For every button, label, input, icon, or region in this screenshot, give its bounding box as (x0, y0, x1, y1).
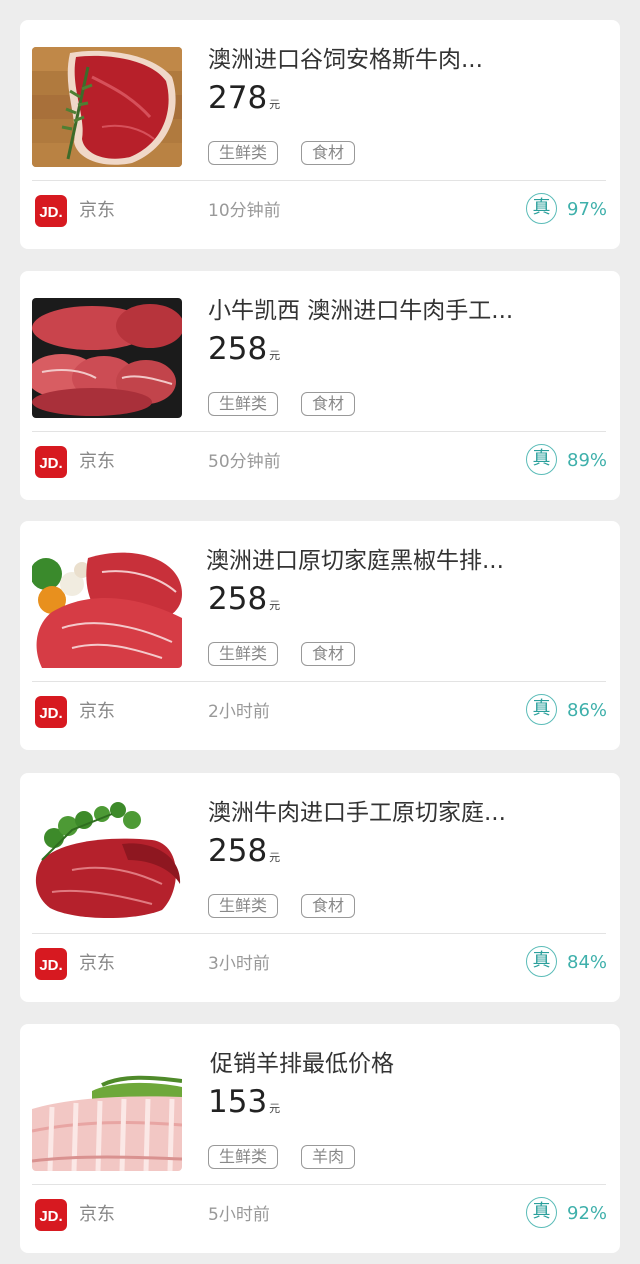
product-title[interactable]: 小牛凯西 澳洲进口牛肉手工... (208, 295, 608, 327)
tag-subcategory[interactable]: 食材 (301, 894, 356, 918)
true-badge-icon: 真 (526, 1197, 557, 1228)
svg-text:JD.: JD. (39, 1208, 62, 1225)
post-time: 5小时前 (208, 1205, 270, 1225)
store-name[interactable]: 京东 (79, 450, 115, 474)
price-value: 153 (208, 1084, 268, 1120)
price-unit: 元 (269, 599, 281, 612)
jd-logo-icon: JD. (35, 948, 67, 980)
product-image[interactable] (32, 800, 182, 920)
true-badge-icon: 真 (526, 444, 557, 475)
true-badge-icon: 真 (526, 193, 557, 224)
price-value: 258 (208, 581, 268, 617)
svg-text:JD.: JD. (39, 455, 62, 472)
product-price: 278 元 (208, 78, 280, 125)
tag-list: 生鲜类 食材 (208, 894, 356, 918)
card-footer: JD. 京东 5小时前 真 92% (20, 1185, 620, 1253)
price-unit: 元 (269, 349, 281, 362)
product-price: 153 元 (208, 1082, 280, 1129)
price-unit: 元 (269, 98, 281, 111)
tag-subcategory[interactable]: 食材 (301, 392, 356, 416)
product-title[interactable]: 澳洲进口谷饲安格斯牛肉... (208, 44, 608, 76)
tag-category[interactable]: 生鲜类 (208, 1145, 279, 1169)
product-card[interactable]: 促销羊排最低价格 153 元 生鲜类 羊肉 JD. 京东 5小时前 真 92% (20, 1024, 620, 1253)
true-badge-icon: 真 (526, 694, 557, 725)
card-footer: JD. 京东 10分钟前 真 97% (20, 181, 620, 249)
product-card[interactable]: 澳洲牛肉进口手工原切家庭... 258 元 生鲜类 食材 JD. 京东 3小时前 … (20, 773, 620, 1002)
tag-list: 生鲜类 食材 (208, 392, 356, 416)
svg-text:JD.: JD. (39, 705, 62, 722)
post-time: 2小时前 (208, 702, 270, 722)
product-price: 258 元 (208, 579, 280, 626)
tag-category[interactable]: 生鲜类 (208, 392, 279, 416)
product-title[interactable]: 促销羊排最低价格 (210, 1048, 610, 1080)
store-name[interactable]: 京东 (79, 952, 115, 976)
authenticity-rate: 89% (567, 450, 608, 471)
tag-subcategory[interactable]: 食材 (301, 141, 356, 165)
product-title[interactable]: 澳洲牛肉进口手工原切家庭... (208, 797, 608, 829)
jd-logo-icon: JD. (35, 446, 67, 478)
price-value: 278 (208, 80, 268, 116)
svg-text:JD.: JD. (39, 957, 62, 974)
tag-category[interactable]: 生鲜类 (208, 642, 279, 666)
product-image[interactable] (32, 1051, 182, 1171)
price-unit: 元 (269, 851, 281, 864)
card-footer: JD. 京东 50分钟前 真 89% (20, 432, 620, 500)
post-time: 50分钟前 (208, 452, 281, 472)
product-title[interactable]: 澳洲进口原切家庭黑椒牛排... (206, 545, 606, 577)
tag-list: 生鲜类 羊肉 (208, 1145, 356, 1169)
tag-list: 生鲜类 食材 (208, 141, 356, 165)
product-image[interactable] (32, 298, 182, 418)
product-image[interactable] (32, 47, 182, 167)
post-time: 3小时前 (208, 954, 270, 974)
svg-text:JD.: JD. (39, 204, 62, 221)
store-name[interactable]: 京东 (79, 1203, 115, 1227)
card-footer: JD. 京东 2小时前 真 86% (20, 682, 620, 750)
true-badge-icon: 真 (526, 946, 557, 977)
product-price: 258 元 (208, 329, 280, 376)
price-value: 258 (208, 833, 268, 869)
product-card[interactable]: 澳洲进口谷饲安格斯牛肉... 278 元 生鲜类 食材 JD. 京东 10分钟前 … (20, 20, 620, 249)
product-card[interactable]: 澳洲进口原切家庭黑椒牛排... 258 元 生鲜类 食材 JD. 京东 2小时前 … (20, 521, 620, 750)
product-price: 258 元 (208, 831, 280, 878)
authenticity-rate: 86% (567, 700, 608, 721)
product-image[interactable] (32, 548, 182, 668)
tag-category[interactable]: 生鲜类 (208, 894, 279, 918)
jd-logo-icon: JD. (35, 696, 67, 728)
authenticity-rate: 92% (567, 1203, 608, 1224)
price-value: 258 (208, 331, 268, 367)
jd-logo-icon: JD. (35, 195, 67, 227)
tag-list: 生鲜类 食材 (208, 642, 356, 666)
store-name[interactable]: 京东 (79, 199, 115, 223)
authenticity-rate: 84% (567, 952, 608, 973)
tag-subcategory[interactable]: 羊肉 (301, 1145, 356, 1169)
authenticity-rate: 97% (567, 199, 608, 220)
product-card[interactable]: 小牛凯西 澳洲进口牛肉手工... 258 元 生鲜类 食材 JD. 京东 50分钟… (20, 271, 620, 500)
card-footer: JD. 京东 3小时前 真 84% (20, 934, 620, 1002)
post-time: 10分钟前 (208, 201, 281, 221)
tag-category[interactable]: 生鲜类 (208, 141, 279, 165)
price-unit: 元 (269, 1102, 281, 1115)
tag-subcategory[interactable]: 食材 (301, 642, 356, 666)
store-name[interactable]: 京东 (79, 700, 115, 724)
jd-logo-icon: JD. (35, 1199, 67, 1231)
